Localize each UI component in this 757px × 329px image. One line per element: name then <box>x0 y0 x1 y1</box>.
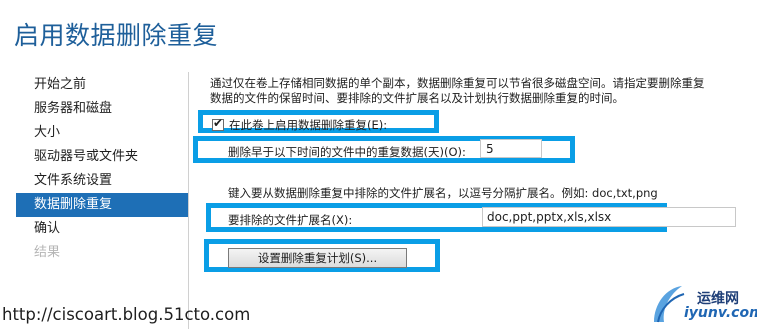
nav-item-size[interactable]: 大小 <box>16 121 188 145</box>
exclude-extensions-input[interactable] <box>482 207 736 227</box>
exclude-extensions-label: 要排除的文件扩展名(X): <box>228 213 353 227</box>
nav-divider <box>188 72 189 329</box>
description-line-1: 通过仅在卷上存储相同数据的单个副本，数据删除重复可以节省很多磁盘空间。请指定要删… <box>210 76 705 90</box>
description: 通过仅在卷上存储相同数据的单个副本，数据删除重复可以节省很多磁盘空间。请指定要删… <box>210 76 750 106</box>
days-input[interactable] <box>480 139 542 158</box>
checkmark-icon: ✔ <box>213 116 224 130</box>
enable-dedup-label: 在此卷上启用数据删除重复(E): <box>229 118 388 132</box>
logo-text-en: iyunv.com <box>684 305 757 321</box>
nav-item-file-system[interactable]: 文件系统设置 <box>16 169 188 193</box>
nav-item-server-and-disk[interactable]: 服务器和磁盘 <box>16 97 188 121</box>
nav-item-drive-letter[interactable]: 驱动器号或文件夹 <box>16 145 188 169</box>
nav-item-deduplication[interactable]: 数据删除重复 <box>16 193 188 217</box>
enable-dedup-row: ✔ 在此卷上启用数据删除重复(E): <box>212 116 388 133</box>
nav-item-results: 结果 <box>34 245 61 260</box>
enable-dedup-checkbox[interactable]: ✔ <box>212 116 224 131</box>
description-line-2: 数据的文件的保留时间、要排除的文件扩展名以及计划执行数据删除重复的时间。 <box>210 91 624 105</box>
exclude-hint: 键入要从数据删除重复中排除的文件扩展名，以逗号分隔扩展名。例如: doc,txt… <box>228 186 658 200</box>
set-schedule-button[interactable]: 设置删除重复计划(S)... <box>228 248 407 268</box>
nav-item-before-you-begin[interactable]: 开始之前 <box>16 73 188 97</box>
page-title: 启用数据删除重复 <box>14 21 219 50</box>
nav-item-confirmation[interactable]: 确认 <box>16 217 188 241</box>
watermark-url: http://ciscoart.blog.51cto.com <box>2 305 251 324</box>
days-label: 删除早于以下时间的文件中的重复数据(天)(O): <box>228 145 466 159</box>
wizard-nav: 开始之前 服务器和磁盘 大小 驱动器号或文件夹 文件系统设置 数据删除重复 确认… <box>16 73 188 265</box>
